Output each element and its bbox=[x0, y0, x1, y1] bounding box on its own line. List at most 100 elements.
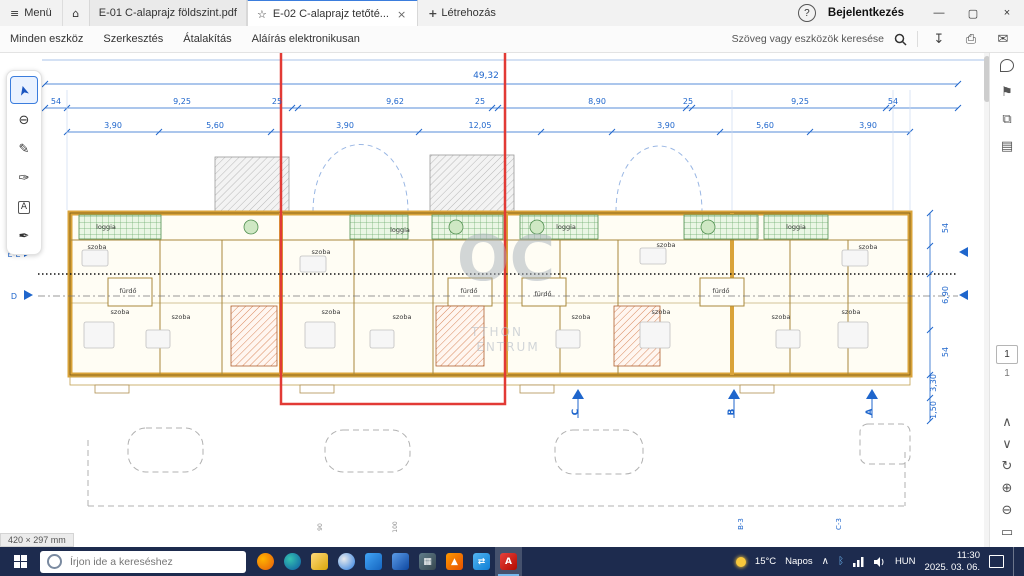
app-menu-button[interactable]: ≡ Menü bbox=[0, 0, 62, 26]
watermark: OC bbox=[457, 222, 555, 295]
select-tool-button[interactable]: ➤ bbox=[10, 76, 38, 104]
room-label: szoba bbox=[312, 248, 331, 256]
fountain-pen-icon: ✒ bbox=[19, 229, 30, 244]
pages-icon: ⧉ bbox=[1002, 112, 1011, 127]
menu-convert[interactable]: Átalakítás bbox=[183, 33, 231, 45]
start-button[interactable] bbox=[0, 547, 40, 576]
date: 2025. 03. 06. bbox=[925, 562, 980, 574]
weather-temp[interactable]: 15°C bbox=[755, 556, 776, 567]
search-label[interactable]: Szöveg vagy eszközök keresése bbox=[732, 33, 884, 45]
zoom-tool-button[interactable]: ⊖ bbox=[11, 107, 37, 133]
menu-edit[interactable]: Szerkesztés bbox=[103, 33, 163, 45]
language-indicator[interactable]: HUN bbox=[895, 556, 916, 567]
pencil-icon: ✎ bbox=[19, 142, 30, 157]
entry-steps bbox=[95, 385, 774, 393]
taskbar-app-file-explorer[interactable] bbox=[306, 547, 333, 576]
add-text-tool-button[interactable]: A bbox=[11, 194, 37, 220]
room-label: szoba bbox=[172, 313, 191, 321]
create-button[interactable]: + Létrehozás bbox=[418, 0, 506, 26]
page-total-label: 1 bbox=[1004, 368, 1010, 379]
rotate-page-button[interactable]: ↻ bbox=[990, 456, 1024, 477]
tab-document-1[interactable]: E-01 C-alaprajz földszint.pdf bbox=[89, 0, 247, 26]
taskbar-app-chrome[interactable] bbox=[333, 547, 360, 576]
chevron-down-icon: ∨ bbox=[1002, 437, 1012, 452]
windows-logo-icon bbox=[14, 555, 27, 568]
taskbar-app-icons: ▦ ▲ ⇄A bbox=[252, 547, 522, 576]
room-label: fürdő bbox=[119, 286, 136, 295]
room-label: szoba bbox=[393, 313, 412, 321]
dim-label: 9,62 bbox=[386, 97, 404, 106]
taskbar-search-input[interactable] bbox=[68, 555, 239, 569]
print-button[interactable]: ⎙ bbox=[960, 28, 982, 50]
save-button[interactable]: ↧ bbox=[928, 28, 950, 50]
notification-center-icon[interactable] bbox=[989, 555, 1004, 568]
titlebar: ≡ Menü ⌂ E-01 C-alaprajz földszint.pdf ☆… bbox=[0, 0, 1024, 27]
clock[interactable]: 11:30 2025. 03. 06. bbox=[925, 550, 980, 574]
fill-sign-tool-button[interactable]: ✒ bbox=[11, 223, 37, 249]
minimize-button[interactable]: — bbox=[922, 0, 956, 26]
volume-icon[interactable] bbox=[874, 557, 886, 567]
dim-label: 25 bbox=[475, 97, 485, 106]
menu-esign[interactable]: Aláírás elektronikusan bbox=[252, 33, 360, 45]
text-box-icon: A bbox=[18, 201, 30, 214]
fit-width-button[interactable]: ▭ bbox=[990, 522, 1024, 543]
share-mail-button[interactable]: ✉ bbox=[992, 28, 1014, 50]
draw-tool-button[interactable]: ✎ bbox=[11, 136, 37, 162]
tab-close-icon[interactable]: × bbox=[395, 8, 408, 21]
zoom-in-icon: ⊕ bbox=[1002, 481, 1013, 496]
watermark: ENTRUM bbox=[476, 340, 539, 354]
document-canvas[interactable]: 49,32549,25259,62258,90259,25543,905,603… bbox=[0, 0, 1024, 576]
taskbar-app-save-tool[interactable] bbox=[387, 547, 414, 576]
taskbar-app-calculator[interactable]: ▦ bbox=[414, 547, 441, 576]
taskbar-app-teamviewer[interactable]: ⇄ bbox=[468, 547, 495, 576]
home-button[interactable]: ⌂ bbox=[62, 0, 89, 26]
section-marker-label: D bbox=[11, 292, 17, 301]
sign-tool-button[interactable]: ✑ bbox=[11, 165, 37, 191]
taskbar-app-store[interactable] bbox=[360, 547, 387, 576]
signin-button[interactable]: Bejelentkezés bbox=[828, 7, 904, 19]
menu-all-tools[interactable]: Minden eszköz bbox=[10, 33, 83, 45]
zoom-in-button[interactable]: ⊕ bbox=[990, 478, 1024, 499]
cursor-arrow-icon: ➤ bbox=[15, 83, 32, 97]
weather-sun-icon bbox=[736, 557, 746, 567]
previous-page-button[interactable]: ∧ bbox=[990, 412, 1024, 433]
search-icon[interactable] bbox=[894, 33, 907, 46]
taskbar-app-vlc[interactable]: ▲ bbox=[441, 547, 468, 576]
comments-panel-button[interactable] bbox=[990, 52, 1024, 79]
vlc-icon: ▲ bbox=[446, 553, 463, 570]
dim-label: 5,60 bbox=[756, 121, 774, 130]
taskbar-search[interactable] bbox=[40, 551, 246, 573]
taskbar-app-firefox[interactable] bbox=[252, 547, 279, 576]
taskbar-app-acrobat[interactable]: A bbox=[495, 547, 522, 576]
tab-document-2[interactable]: ☆ E-02 C-alaprajz tetőté... × bbox=[247, 0, 418, 27]
next-page-button[interactable]: ∨ bbox=[990, 434, 1024, 455]
maximize-button[interactable]: ▢ bbox=[956, 0, 990, 26]
pages-panel-button[interactable]: ⧉ bbox=[990, 106, 1024, 133]
weather-condition[interactable]: Napos bbox=[785, 556, 812, 567]
help-button[interactable]: ? bbox=[798, 4, 816, 22]
page-size-indicator: 420 × 297 mm bbox=[0, 533, 74, 547]
hamburger-icon: ≡ bbox=[10, 7, 19, 20]
dim-label: 6,90 bbox=[941, 286, 950, 304]
taskbar-app-edge[interactable] bbox=[279, 547, 306, 576]
menu-label: Menü bbox=[24, 7, 52, 19]
file-explorer-icon bbox=[311, 553, 328, 570]
layers-panel-button[interactable]: ▤ bbox=[990, 133, 1024, 160]
zoom-out-button[interactable]: ⊖ bbox=[990, 500, 1024, 521]
dim-label: 3,30 bbox=[929, 374, 938, 392]
hidden-icons-chevron[interactable]: ∧ bbox=[822, 556, 829, 567]
bookmarks-panel-button[interactable]: ⚑ bbox=[990, 79, 1024, 106]
network-icon[interactable] bbox=[853, 557, 865, 567]
show-desktop-button[interactable] bbox=[1013, 547, 1019, 576]
comment-bubble-icon bbox=[1000, 59, 1014, 72]
tab-label: E-02 C-alaprajz tetőté... bbox=[273, 8, 389, 20]
page-number-box[interactable]: 1 bbox=[996, 345, 1018, 364]
tiny-dim-label: 90 bbox=[317, 523, 324, 531]
close-button[interactable]: × bbox=[990, 0, 1024, 26]
dormers bbox=[215, 155, 514, 212]
dim-label: 3,90 bbox=[336, 121, 354, 130]
pen-icon: ✑ bbox=[19, 171, 30, 186]
room-label: szoba bbox=[657, 241, 676, 249]
bluetooth-icon[interactable]: ᛒ bbox=[838, 556, 844, 567]
room-label: szoba bbox=[88, 243, 107, 251]
